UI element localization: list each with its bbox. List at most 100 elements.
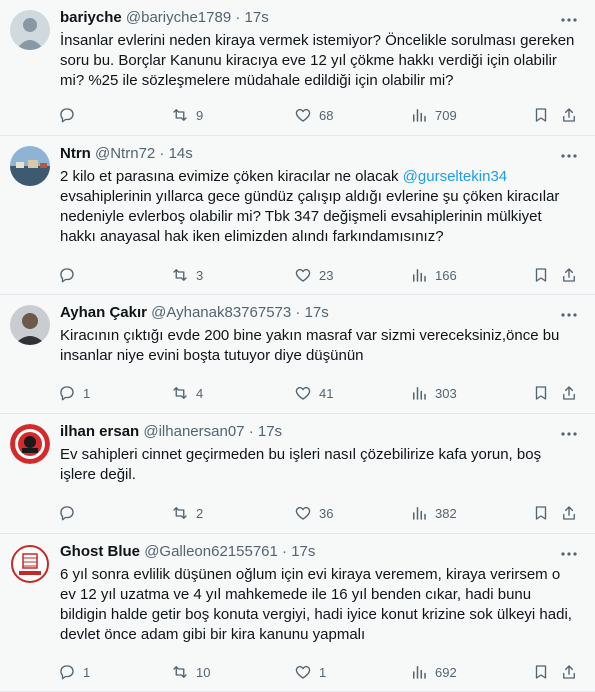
views-button[interactable]: 303 (410, 383, 457, 403)
retweet-button[interactable]: 10 (171, 662, 210, 682)
retweet-icon (173, 507, 187, 519)
heart-icon (295, 665, 311, 679)
bookmark-button[interactable] (532, 265, 550, 285)
separator-dot: · (295, 304, 301, 321)
views-button[interactable]: 382 (410, 503, 457, 523)
more-icon[interactable] (559, 146, 579, 166)
retweet-button[interactable]: 3 (171, 265, 203, 285)
bookmark-icon (535, 108, 547, 122)
retweet-count: 4 (196, 385, 204, 401)
timestamp[interactable]: 17s (258, 423, 282, 440)
view-count: 303 (435, 385, 457, 401)
more-icon[interactable] (559, 424, 579, 444)
retweet-count: 10 (196, 664, 211, 680)
like-count: 68 (319, 107, 334, 123)
tweet-header: Ghost Blue @Galleon62155761 · 17s (60, 542, 315, 562)
avatar[interactable] (10, 146, 50, 186)
reply-button[interactable] (58, 105, 83, 125)
view-count: 709 (435, 107, 457, 123)
retweet-button[interactable]: 2 (171, 503, 203, 523)
reply-button[interactable]: 1 (58, 383, 90, 403)
tweet[interactable]: Ghost Blue @Galleon62155761 · 17s 6 yıl … (0, 534, 595, 692)
bookmark-button[interactable] (532, 383, 550, 403)
retweet-count: 2 (196, 505, 204, 521)
share-button[interactable] (560, 105, 578, 125)
handle[interactable]: @Galleon62155761 (144, 543, 278, 560)
bookmark-icon (535, 506, 547, 520)
reply-button[interactable] (58, 265, 83, 285)
timestamp[interactable]: 17s (245, 9, 269, 26)
more-icon[interactable] (559, 544, 579, 564)
display-name[interactable]: Ghost Blue (60, 543, 140, 560)
like-button[interactable]: 36 (294, 503, 333, 523)
like-button[interactable]: 68 (294, 105, 333, 125)
tweet[interactable]: Ntrn @Ntrn72 · 14s 2 kilo et parasına ev… (0, 136, 595, 295)
bookmark-button[interactable] (532, 662, 550, 682)
share-icon (563, 665, 575, 679)
tweet-text-part: 2 kilo et parasına evimize çöken kiracıl… (60, 168, 403, 185)
avatar[interactable] (10, 424, 50, 464)
avatar[interactable] (10, 305, 50, 345)
like-button[interactable]: 1 (294, 662, 326, 682)
display-name[interactable]: Ntrn (60, 145, 91, 162)
reply-button[interactable]: 1 (58, 662, 90, 682)
display-name[interactable]: ilhan ersan (60, 423, 139, 440)
handle[interactable]: @ilhanersan07 (143, 423, 244, 440)
separator-dot: · (235, 9, 241, 26)
handle[interactable]: @bariyche1789 (126, 9, 231, 26)
share-button[interactable] (560, 265, 578, 285)
reply-icon (60, 665, 74, 680)
heart-icon (295, 108, 311, 122)
tweet-header: bariyche @bariyche1789 · 17s (60, 8, 269, 28)
tweet[interactable]: Ayhan Çakır @Ayhanak83767573 · 17s Kirac… (0, 295, 595, 414)
timestamp[interactable]: 14s (169, 145, 193, 162)
bookmark-button[interactable] (532, 105, 550, 125)
timestamp[interactable]: 17s (305, 304, 329, 321)
reply-icon (60, 108, 74, 123)
share-button[interactable] (560, 383, 578, 403)
tweet-text-part: evsahiplerinin yıllarca gece gündüz çalı… (60, 188, 560, 245)
bookmark-icon (535, 268, 547, 282)
reply-count: 1 (83, 385, 91, 401)
tweet[interactable]: ilhan ersan @ilhanersan07 · 17s Ev sahip… (0, 414, 595, 534)
tweet[interactable]: bariyche @bariyche1789 · 17s İnsanlar ev… (0, 0, 595, 136)
avatar[interactable] (10, 544, 50, 584)
share-button[interactable] (560, 662, 578, 682)
reply-feed: bariyche @bariyche1789 · 17s İnsanlar ev… (0, 0, 595, 692)
avatar[interactable] (10, 10, 50, 50)
views-button[interactable]: 692 (410, 662, 457, 682)
tweet-text: Ev sahipleri cinnet geçirmeden bu işleri… (60, 446, 542, 483)
timestamp[interactable]: 17s (291, 543, 315, 560)
like-button[interactable]: 41 (294, 383, 333, 403)
like-button[interactable]: 23 (294, 265, 333, 285)
reply-icon (60, 386, 74, 401)
tweet-header: ilhan ersan @ilhanersan07 · 17s (60, 422, 282, 442)
handle[interactable]: @Ayhanak83767573 (151, 304, 291, 321)
reply-icon (60, 268, 74, 283)
display-name[interactable]: Ayhan Çakır (60, 304, 147, 321)
heart-icon (295, 386, 311, 400)
more-icon[interactable] (559, 305, 579, 325)
views-icon (413, 269, 426, 282)
reply-button[interactable] (58, 503, 83, 523)
views-button[interactable]: 166 (410, 265, 457, 285)
view-count: 382 (435, 505, 457, 521)
retweet-button[interactable]: 9 (171, 105, 203, 125)
display-name[interactable]: bariyche (60, 9, 122, 26)
separator-dot: · (248, 423, 254, 440)
action-bar: 9 68 709 (58, 105, 578, 125)
share-button[interactable] (560, 503, 578, 523)
bookmark-button[interactable] (532, 503, 550, 523)
action-bar: 3 23 166 (58, 265, 578, 285)
retweet-count: 9 (196, 107, 204, 123)
more-icon[interactable] (559, 10, 579, 30)
tweet-header: Ayhan Çakır @Ayhanak83767573 · 17s (60, 303, 329, 323)
view-count: 692 (435, 664, 457, 680)
reply-count: 1 (83, 664, 91, 680)
retweet-button[interactable]: 4 (171, 383, 203, 403)
views-icon (413, 387, 426, 400)
retweet-icon (173, 269, 187, 281)
views-button[interactable]: 709 (410, 105, 457, 125)
mention-link[interactable]: @gurseltekin34 (403, 168, 507, 185)
handle[interactable]: @Ntrn72 (95, 145, 155, 162)
